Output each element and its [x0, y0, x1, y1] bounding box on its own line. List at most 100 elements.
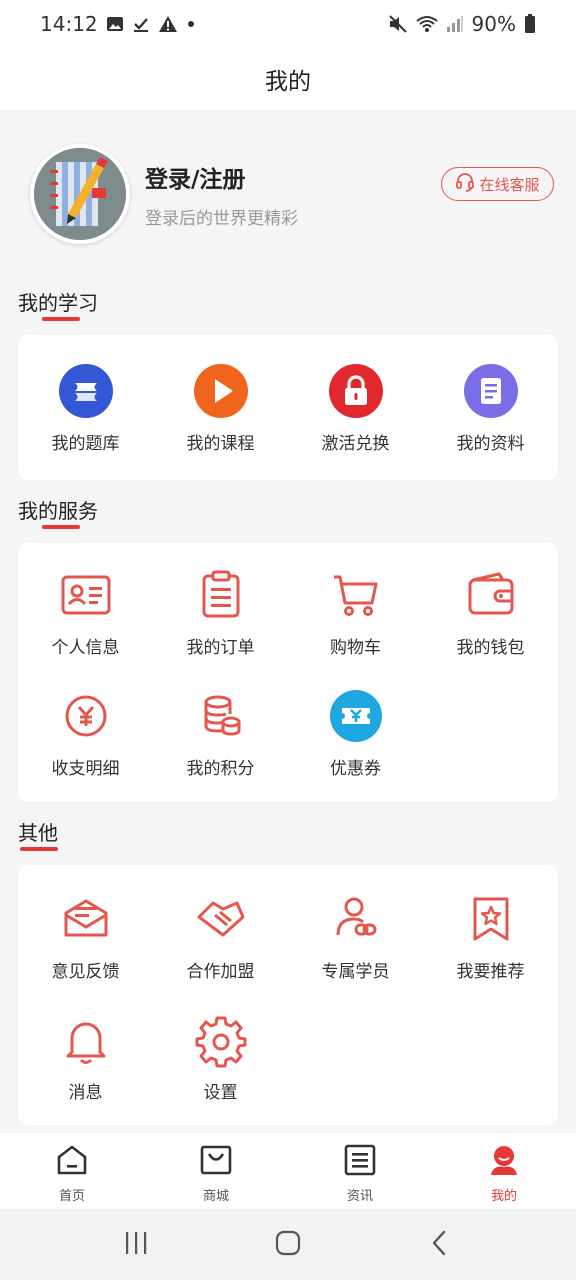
coupon-icon [328, 688, 384, 744]
grid-item-label: 个人信息 [51, 638, 120, 658]
grid-item-my-courses[interactable]: 我的课程 [153, 363, 288, 454]
play-icon [193, 363, 249, 419]
section-underline [42, 525, 80, 529]
grid-item-my-points[interactable]: 我的积分 [153, 688, 288, 779]
grid-item-recommend[interactable]: 我要推荐 [423, 891, 558, 982]
headset-icon [455, 172, 475, 196]
image-icon [106, 15, 124, 33]
gear-icon [193, 1012, 249, 1068]
grid-item-my-wallet[interactable]: 我的钱包 [423, 567, 558, 658]
grid-item-label: 优惠券 [330, 759, 381, 779]
grid-item-coupons[interactable]: 优惠券 [288, 688, 423, 779]
warning-icon [158, 15, 178, 33]
clipboard-icon [193, 567, 249, 623]
bookmark-star-icon [463, 891, 519, 947]
nav-label: 商城 [202, 1189, 229, 1204]
wallet-icon [463, 567, 519, 623]
back-icon[interactable] [425, 1228, 455, 1262]
question-bank-icon [58, 363, 114, 419]
avatar[interactable] [30, 144, 130, 244]
grid-item-my-materials[interactable]: 我的资料 [423, 363, 558, 454]
section-title-other-label: 其他 [18, 821, 58, 845]
grid-item-shopping-cart[interactable]: 购物车 [288, 567, 423, 658]
yuan-circle-icon [58, 688, 114, 744]
user-link-icon [328, 891, 384, 947]
id-card-icon [58, 567, 114, 623]
online-service-button[interactable]: 在线客服 [441, 167, 554, 201]
grid-item-label: 收支明细 [51, 759, 120, 779]
status-time: 14:12 [40, 12, 98, 36]
grid-item-label: 购物车 [330, 638, 381, 658]
grid-item-label: 我要推荐 [456, 962, 525, 982]
top-bar: 我的 [0, 48, 576, 110]
nav-item-mine[interactable]: 我的 [432, 1133, 576, 1209]
grid-item-messages[interactable]: 消息 [18, 1012, 153, 1103]
nav-item-mall[interactable]: 商城 [144, 1133, 288, 1209]
nav-label: 资讯 [346, 1189, 373, 1204]
grid-item-label: 合作加盟 [186, 962, 255, 982]
bottom-nav: 首页 商城 资讯 我的 [0, 1133, 576, 1209]
nav-label: 首页 [58, 1189, 85, 1204]
other-card: 意见反馈 合作加盟 专属学员 我要推荐 消息 设置 [18, 865, 558, 1125]
grid-item-question-bank[interactable]: 我的题库 [18, 363, 153, 454]
mute-icon [388, 15, 408, 33]
grid-item-exclusive-student[interactable]: 专属学员 [288, 891, 423, 982]
grid-item-my-orders[interactable]: 我的订单 [153, 567, 288, 658]
grid-item-label: 意见反馈 [51, 962, 120, 982]
grid-item-label: 专属学员 [321, 962, 390, 982]
lock-icon [328, 363, 384, 419]
online-service-label: 在线客服 [479, 175, 540, 194]
grid-item-label: 我的订单 [186, 638, 255, 658]
grid-item-partnership[interactable]: 合作加盟 [153, 891, 288, 982]
system-nav-bar [0, 1209, 576, 1280]
grid-item-label: 我的课程 [186, 434, 255, 454]
page-title: 我的 [265, 69, 311, 95]
grid-item-label: 我的题库 [51, 434, 120, 454]
news-icon [343, 1143, 377, 1181]
grid-item-label: 激活兑换 [321, 434, 390, 454]
service-card: 个人信息 我的订单 购物车 我的钱包 收支明细 我的积分 优惠券 [18, 543, 558, 802]
section-title-service-label: 我的服务 [18, 499, 98, 523]
recent-apps-icon[interactable] [121, 1228, 151, 1262]
nav-label: 我的 [490, 1189, 517, 1204]
battery-percent: 90% [471, 12, 516, 36]
cart-icon [328, 567, 384, 623]
grid-item-label: 消息 [68, 1083, 103, 1103]
document-icon [463, 363, 519, 419]
section-underline [20, 847, 58, 851]
study-card: 我的题库 我的课程 激活兑换 我的资料 [18, 335, 558, 480]
section-title-service: 我的服务 [18, 495, 98, 529]
section-title-study: 我的学习 [18, 287, 98, 321]
check-icon [132, 15, 150, 33]
coins-icon [193, 688, 249, 744]
login-title[interactable]: 登录/注册 [145, 160, 245, 194]
home-icon [55, 1143, 89, 1181]
nav-item-home[interactable]: 首页 [0, 1133, 144, 1209]
status-bar: 14:12 90% [0, 0, 576, 48]
grid-item-income-expense[interactable]: 收支明细 [18, 688, 153, 779]
bell-icon [58, 1012, 114, 1068]
dot-icon [186, 19, 196, 29]
battery-icon [524, 14, 536, 34]
wifi-icon [415, 15, 438, 33]
shopping-bag-icon [199, 1143, 233, 1181]
signal-icon [446, 15, 464, 33]
grid-item-label: 我的钱包 [456, 638, 525, 658]
handshake-icon [193, 891, 249, 947]
section-underline [42, 317, 80, 321]
grid-item-label: 设置 [203, 1083, 238, 1103]
nav-item-news[interactable]: 资讯 [288, 1133, 432, 1209]
login-subtitle: 登录后的世界更精彩 [145, 209, 298, 229]
grid-item-feedback[interactable]: 意见反馈 [18, 891, 153, 982]
home-button-icon[interactable] [273, 1228, 303, 1262]
section-title-other: 其他 [18, 817, 58, 851]
grid-item-settings[interactable]: 设置 [153, 1012, 288, 1103]
profile-header: 登录/注册 登录后的世界更精彩 在线客服 [0, 118, 576, 268]
profile-smile-icon [487, 1143, 521, 1181]
mail-icon [58, 891, 114, 947]
grid-item-personal-info[interactable]: 个人信息 [18, 567, 153, 658]
section-title-study-label: 我的学习 [18, 291, 98, 315]
grid-item-label: 我的积分 [186, 759, 255, 779]
grid-item-activate-redeem[interactable]: 激活兑换 [288, 363, 423, 454]
grid-item-label: 我的资料 [456, 434, 525, 454]
